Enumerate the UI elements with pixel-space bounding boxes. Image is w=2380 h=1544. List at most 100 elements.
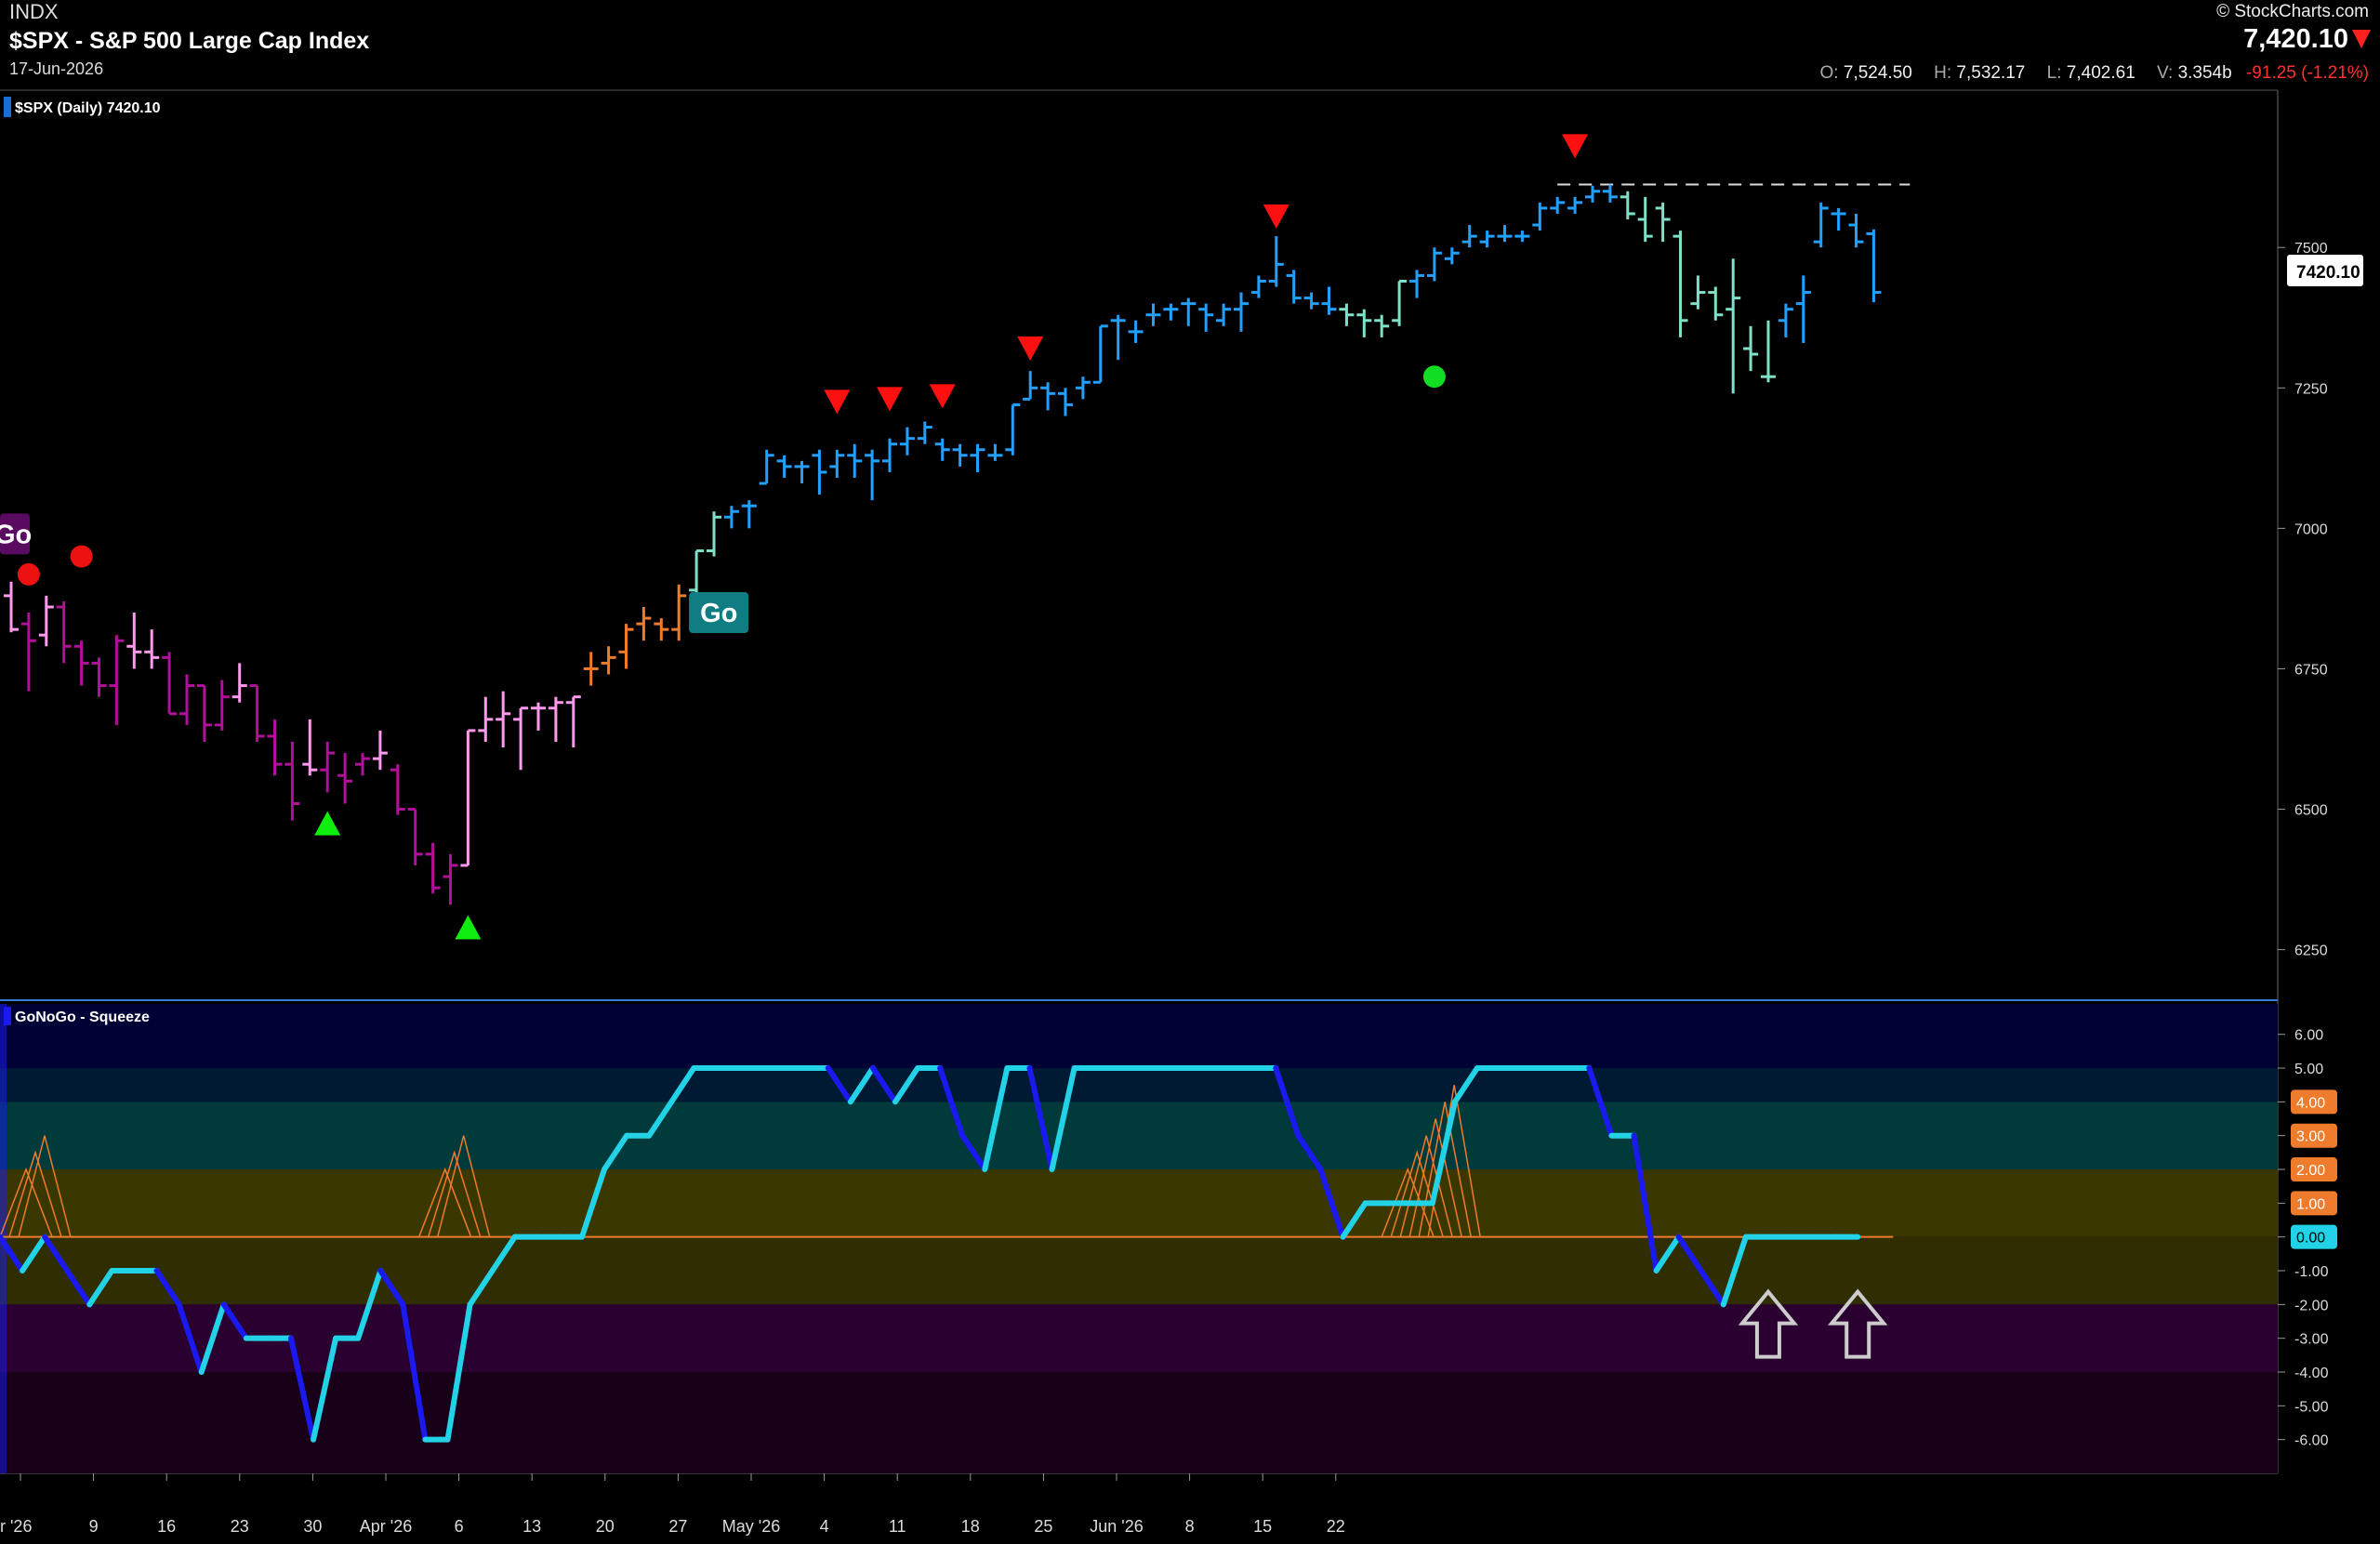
- price-bar: [689, 549, 705, 596]
- price-bar: [812, 449, 827, 495]
- x-tick-label: r '26: [0, 1517, 32, 1536]
- price-bar: [390, 764, 405, 815]
- price-bar: [1497, 225, 1513, 243]
- price-bar: [1234, 292, 1249, 332]
- oscillator-tick-label: -1.00: [2294, 1264, 2329, 1280]
- x-tick-label: 6: [455, 1517, 464, 1536]
- price-bar: [249, 684, 265, 743]
- oscillator-tick-label: 6.00: [2294, 1028, 2323, 1044]
- x-tick-label: 4: [820, 1517, 829, 1536]
- price-bar: [776, 455, 792, 478]
- price-bar: [302, 719, 318, 776]
- price-bar: [1461, 225, 1477, 248]
- price-tick-label: 7000: [2294, 521, 2328, 537]
- price-bar: [1673, 231, 1688, 337]
- price-bar: [443, 853, 458, 905]
- price-bar: [407, 808, 423, 865]
- price-bar: [1092, 324, 1108, 384]
- x-tick-label: 15: [1253, 1517, 1272, 1536]
- x-tick-label: 23: [231, 1517, 249, 1536]
- red-dot-marker: [17, 562, 40, 586]
- x-tick-label: 13: [522, 1517, 541, 1536]
- chart-canvas[interactable]: 6250 6500 6750 7000 7250 7500 Go Go $SPX (Daily)…: [0, 0, 2380, 1544]
- price-bar: [1831, 207, 1846, 231]
- price-bar: [91, 657, 107, 697]
- oscillator-tick-label: 5.00: [2294, 1062, 2323, 1077]
- oscillator-zone: [0, 1068, 2278, 1102]
- price-bar: [56, 600, 72, 664]
- price-bar: [847, 443, 863, 478]
- price-bar: [425, 842, 441, 894]
- price-legend: $SPX (Daily) 7420.10: [15, 100, 161, 116]
- x-tick-label: Apr '26: [360, 1517, 412, 1536]
- x-tick-label: 27: [668, 1517, 687, 1536]
- price-bar: [1479, 231, 1495, 248]
- price-bar: [1620, 191, 1635, 219]
- oscillator-zone: [0, 1102, 2278, 1170]
- price-bar: [548, 696, 563, 743]
- price-bar: [496, 691, 511, 748]
- oscillator-zone: [0, 1236, 2278, 1305]
- price-bar: [829, 449, 845, 478]
- x-tick-label: May '26: [722, 1517, 780, 1536]
- oscillator-tick-label: -2.00: [2294, 1298, 2329, 1313]
- price-bar: [1163, 303, 1179, 321]
- green-triangle-up-marker: [314, 811, 341, 836]
- oscillator-tick-label: -4.00: [2294, 1366, 2329, 1381]
- price-legend-swatch: [4, 97, 11, 117]
- price-bar: [741, 500, 757, 529]
- price-bar: [1726, 258, 1741, 394]
- price-bar: [1409, 270, 1424, 298]
- price-bar: [1303, 292, 1319, 310]
- price-bar: [1005, 402, 1021, 455]
- oscillator-zone: [0, 1169, 2278, 1237]
- price-bar: [899, 427, 915, 455]
- price-tick-label: 6750: [2294, 662, 2328, 678]
- price-bar: [654, 618, 669, 641]
- price-bar: [179, 674, 194, 725]
- price-bar: [583, 652, 599, 686]
- price-bar: [1655, 202, 1671, 243]
- x-tick-label: 9: [89, 1517, 99, 1536]
- price-bar: [1550, 196, 1566, 214]
- price-bar: [1128, 320, 1144, 343]
- price-bar: [565, 695, 581, 748]
- price-bar: [355, 753, 370, 776]
- oscillator-tick-label: 1.00: [2296, 1196, 2325, 1212]
- price-bar: [196, 684, 212, 743]
- oscillator-tick-label: 0.00: [2296, 1231, 2325, 1247]
- price-tick-label: 6500: [2294, 803, 2328, 819]
- x-tick-label: Jun '26: [1090, 1517, 1143, 1536]
- price-bar: [1075, 376, 1091, 400]
- price-bar: [1339, 303, 1355, 326]
- price-tick-label: 6250: [2294, 944, 2328, 959]
- price-bar: [267, 719, 283, 776]
- red-triangle-down-marker: [1017, 336, 1044, 361]
- price-bar: [1268, 236, 1284, 287]
- go-label-text: Go: [700, 599, 737, 628]
- price-bar: [1866, 229, 1882, 303]
- price-bar: [1040, 382, 1056, 411]
- x-tick-label: 18: [961, 1517, 980, 1536]
- red-dot-marker: [70, 545, 93, 568]
- price-bar: [882, 438, 897, 472]
- price-bar: [372, 730, 388, 771]
- price-bar: [38, 595, 54, 647]
- price-bar: [1023, 371, 1038, 401]
- price-bar: [1848, 213, 1864, 248]
- price-bar: [1374, 314, 1390, 337]
- price-bar: [513, 706, 529, 771]
- price-bar: [1602, 184, 1618, 203]
- price-bar: [952, 443, 968, 467]
- price-bar: [1426, 247, 1442, 282]
- oscillator-zone: [0, 1004, 2278, 1069]
- x-tick-label: 22: [1327, 1517, 1345, 1536]
- price-bar: [460, 729, 476, 867]
- price-bar: [109, 635, 125, 725]
- x-tick-label: 8: [1185, 1517, 1195, 1536]
- red-triangle-down-marker: [1263, 204, 1289, 229]
- price-bar: [1392, 279, 1408, 326]
- price-bar: [531, 702, 546, 731]
- x-tick-label: 25: [1034, 1517, 1052, 1536]
- price-bar: [1532, 202, 1548, 231]
